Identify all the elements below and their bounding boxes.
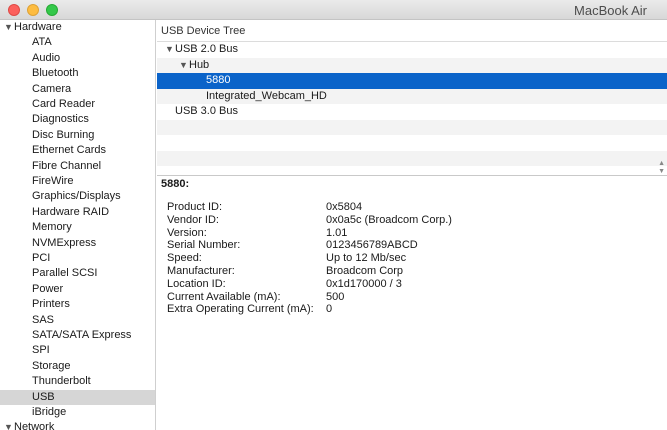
sidebar-item-diagnostics[interactable]: Diagnostics — [0, 112, 155, 127]
sidebar-item-sata-express[interactable]: SATA/SATA Express — [0, 328, 155, 343]
tree-empty-row — [157, 150, 667, 166]
detail-key: Current Available (mA): — [167, 290, 281, 303]
detail-row: Version: 1.01 — [167, 227, 657, 240]
detail-row: Product ID: 0x5804 — [167, 201, 657, 214]
tree-row-integrated-webcam[interactable]: Integrated_Webcam_HD — [157, 88, 667, 104]
detail-key: Version: — [167, 226, 207, 239]
sidebar-item-ibridge[interactable]: iBridge — [0, 405, 155, 420]
detail-key: Extra Operating Current (mA): — [167, 303, 314, 316]
sidebar-category-hardware[interactable]: ▼Hardware — [0, 20, 155, 35]
tree-row-usb-3-bus[interactable]: USB 3.0 Bus — [157, 104, 667, 120]
sidebar-item-memory[interactable]: Memory — [0, 220, 155, 235]
sidebar-item-card-reader[interactable]: Card Reader — [0, 97, 155, 112]
sidebar-item-bluetooth[interactable]: Bluetooth — [0, 66, 155, 81]
tree-empty-row — [157, 135, 667, 151]
close-window-button[interactable] — [8, 4, 20, 16]
sidebar-item-hardware-raid[interactable]: Hardware RAID — [0, 205, 155, 220]
sidebar-item-nvmexpress[interactable]: NVMExpress — [0, 236, 155, 251]
disclosure-triangle-icon[interactable]: ▼ — [4, 20, 14, 35]
disclosure-triangle-icon[interactable]: ▼ — [4, 420, 14, 430]
detail-key: Manufacturer: — [167, 265, 235, 277]
detail-value: 1.01 — [326, 226, 348, 239]
sidebar-item-fibre-channel[interactable]: Fibre Channel — [0, 159, 155, 174]
sidebar-item-audio[interactable]: Audio — [0, 51, 155, 66]
sidebar-category-label: Network — [14, 421, 55, 430]
detail-value: Up to 12 Mb/sec — [326, 252, 407, 265]
detail-row: Vendor ID: 0x0a5c (Broadcom Corp.) — [167, 214, 657, 227]
detail-key: Serial Number: — [167, 239, 241, 252]
detail-value: 0123456789ABCD — [326, 239, 418, 252]
sidebar-item-ata[interactable]: ATA — [0, 35, 155, 50]
sidebar-item-thunderbolt[interactable]: Thunderbolt — [0, 374, 155, 389]
tree-empty-row — [157, 119, 667, 135]
minimize-window-button[interactable] — [27, 4, 39, 16]
scroll-down-arrow-icon[interactable]: ▼ — [658, 168, 665, 175]
detail-value: 0x5804 — [326, 201, 363, 213]
sidebar-category-label: Hardware — [14, 21, 62, 33]
sidebar-item-pci[interactable]: PCI — [0, 251, 155, 266]
sidebar-item-disc-burning[interactable]: Disc Burning — [0, 128, 155, 143]
detail-row: Location ID: 0x1d170000 / 3 — [167, 278, 657, 291]
detail-key: Product ID: — [167, 201, 223, 213]
tree-row-label: USB 2.0 Bus — [175, 43, 238, 55]
detail-key: Speed: — [167, 252, 202, 265]
sidebar-item-parallel-scsi[interactable]: Parallel SCSI — [0, 266, 155, 281]
detail-value: 0x0a5c (Broadcom Corp.) — [326, 213, 452, 226]
disclosure-triangle-icon[interactable]: ▼ — [179, 58, 189, 74]
sidebar-item-printers[interactable]: Printers — [0, 297, 155, 312]
detail-row: Extra Operating Current (mA): 0 — [167, 303, 657, 316]
details-title: 5880: — [161, 178, 190, 190]
detail-value: 0 — [326, 303, 333, 316]
tree-row-usb-2-bus[interactable]: ▼USB 2.0 Bus — [157, 42, 667, 58]
sidebar-item-graphics-displays[interactable]: Graphics/Displays — [0, 189, 155, 204]
detail-row: Current Available (mA): 500 — [167, 291, 657, 304]
detail-row: Serial Number: 0123456789ABCD — [167, 239, 657, 252]
detail-value: Broadcom Corp — [326, 265, 404, 277]
sidebar-item-storage[interactable]: Storage — [0, 359, 155, 374]
tree-header: USB Device Tree — [157, 20, 667, 42]
detail-value: 0x1d170000 / 3 — [326, 277, 402, 290]
detail-key: Vendor ID: — [167, 213, 219, 226]
title-bar: MacBook Air — [0, 0, 667, 20]
tree-row-5880[interactable]: 5880 — [157, 73, 667, 89]
tree-row-label: Hub — [189, 58, 210, 71]
sidebar: ▼Hardware ATA Audio Bluetooth Camera Car… — [0, 20, 156, 430]
sidebar-item-power[interactable]: Power — [0, 282, 155, 297]
detail-row: Speed: Up to 12 Mb/sec — [167, 252, 657, 265]
detail-row: Manufacturer: Broadcom Corp — [167, 265, 657, 278]
window-title: MacBook Air — [574, 3, 647, 18]
sidebar-item-spi[interactable]: SPI — [0, 343, 155, 358]
sidebar-item-firewire[interactable]: FireWire — [0, 174, 155, 189]
zoom-window-button[interactable] — [46, 4, 58, 16]
sidebar-item-camera[interactable]: Camera — [0, 82, 155, 97]
sidebar-item-sas[interactable]: SAS — [0, 313, 155, 328]
disclosure-triangle-icon[interactable]: ▼ — [165, 42, 175, 58]
detail-key: Location ID: — [167, 277, 226, 290]
device-details: 5880: Product ID: 0x5804 Vendor ID: 0x0a… — [157, 177, 667, 430]
tree-row-hub[interactable]: ▼Hub — [157, 57, 667, 74]
scroll-up-arrow-icon[interactable]: ▲ — [658, 160, 665, 168]
usb-device-tree: USB Device Tree ▼USB 2.0 Bus ▼Hub 5880 I… — [157, 20, 667, 176]
sidebar-item-usb[interactable]: USB — [0, 389, 155, 405]
detail-value: 500 — [326, 290, 345, 303]
sidebar-category-network[interactable]: ▼Network — [0, 420, 155, 430]
sidebar-item-ethernet-cards[interactable]: Ethernet Cards — [0, 143, 155, 158]
